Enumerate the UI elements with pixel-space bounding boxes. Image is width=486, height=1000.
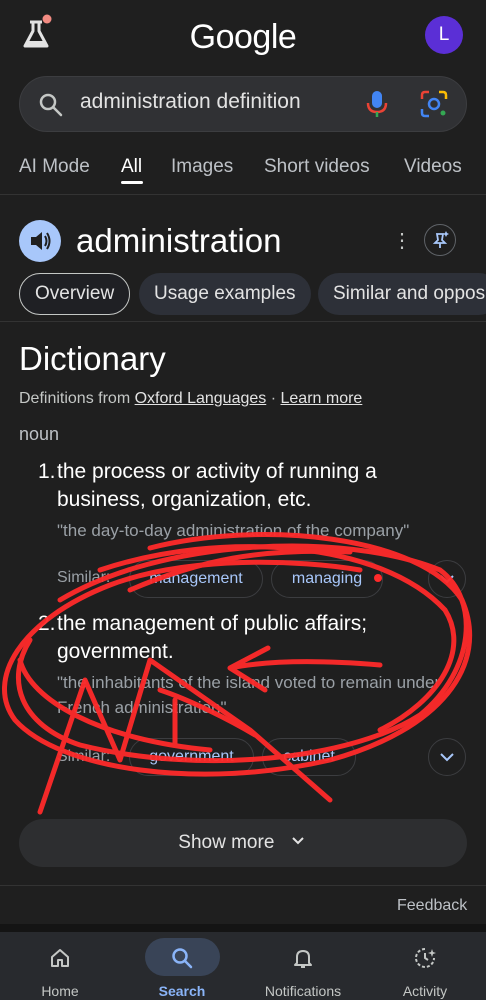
tab-ai-mode[interactable]: AI Mode bbox=[19, 156, 90, 178]
search-icon[interactable] bbox=[170, 946, 194, 975]
nav-home[interactable]: Home bbox=[10, 983, 110, 999]
divider bbox=[0, 194, 486, 195]
more-options-icon[interactable]: ⋮ bbox=[392, 228, 412, 253]
chevron-down-icon bbox=[440, 575, 454, 584]
avatar[interactable]: L bbox=[425, 16, 463, 54]
show-more-button[interactable]: Show more bbox=[19, 819, 467, 867]
speaker-icon[interactable] bbox=[19, 220, 61, 262]
definition-source: Definitions from Oxford Languages · Lear… bbox=[19, 390, 362, 408]
similar-chip[interactable]: government bbox=[129, 738, 254, 776]
definition-example: "the day-to-day administration of the co… bbox=[57, 521, 410, 540]
source-prefix: Definitions from bbox=[19, 390, 131, 407]
microphone-icon[interactable] bbox=[364, 89, 390, 124]
save-icon[interactable] bbox=[424, 224, 456, 256]
lens-icon[interactable] bbox=[419, 89, 449, 124]
activity-icon[interactable] bbox=[413, 946, 437, 975]
tab-all[interactable]: All bbox=[121, 156, 142, 178]
chevron-down-icon bbox=[291, 837, 304, 845]
feedback-link[interactable]: Feedback bbox=[397, 897, 467, 915]
home-icon[interactable] bbox=[48, 946, 72, 975]
learn-more-link[interactable]: Learn more bbox=[281, 390, 363, 407]
search-icon bbox=[38, 92, 64, 123]
separator: · bbox=[270, 390, 277, 407]
similar-label: Similar: bbox=[57, 569, 111, 586]
definition-number: 2. bbox=[38, 612, 56, 635]
similar-chip[interactable]: managing bbox=[271, 560, 383, 598]
expand-definition-button[interactable] bbox=[428, 560, 466, 598]
chip-overview[interactable]: Overview bbox=[19, 273, 131, 315]
nav-activity[interactable]: Activity bbox=[375, 983, 475, 999]
word-title: administration bbox=[76, 222, 282, 259]
nav-search[interactable]: Search bbox=[132, 983, 232, 999]
google-logo[interactable]: Google bbox=[0, 18, 486, 57]
similar-chip[interactable]: management bbox=[129, 560, 263, 598]
similar-label: Similar: bbox=[57, 748, 111, 765]
definition-text: the management of public affairs; govern… bbox=[57, 612, 368, 663]
definition-text: the process or activity of running a bus… bbox=[57, 460, 377, 511]
chevron-down-icon bbox=[440, 753, 454, 762]
section-spacer bbox=[0, 924, 486, 932]
tab-images[interactable]: Images bbox=[171, 156, 233, 178]
expand-definition-button[interactable] bbox=[428, 738, 466, 776]
bell-icon[interactable] bbox=[291, 946, 315, 975]
tab-short-videos[interactable]: Short videos bbox=[264, 156, 370, 178]
oxford-languages-link[interactable]: Oxford Languages bbox=[135, 390, 267, 407]
chip-usage-examples[interactable]: Usage examples bbox=[139, 273, 311, 315]
definition-example: "the inhabitants of the island voted to … bbox=[57, 673, 441, 717]
tab-videos[interactable]: Videos bbox=[404, 156, 462, 178]
nav-notifications[interactable]: Notifications bbox=[253, 983, 353, 999]
show-more-label: Show more bbox=[178, 832, 275, 853]
definition-number: 1. bbox=[38, 460, 56, 483]
tab-active-indicator bbox=[121, 181, 143, 184]
chip-similar-opposites[interactable]: Similar and oppos bbox=[318, 273, 486, 315]
search-input[interactable]: administration definition bbox=[80, 90, 301, 114]
divider bbox=[0, 321, 486, 322]
divider bbox=[0, 885, 486, 886]
similar-chip[interactable]: cabinet bbox=[262, 738, 356, 776]
dictionary-title: Dictionary bbox=[19, 340, 166, 377]
part-of-speech: noun bbox=[19, 424, 60, 444]
